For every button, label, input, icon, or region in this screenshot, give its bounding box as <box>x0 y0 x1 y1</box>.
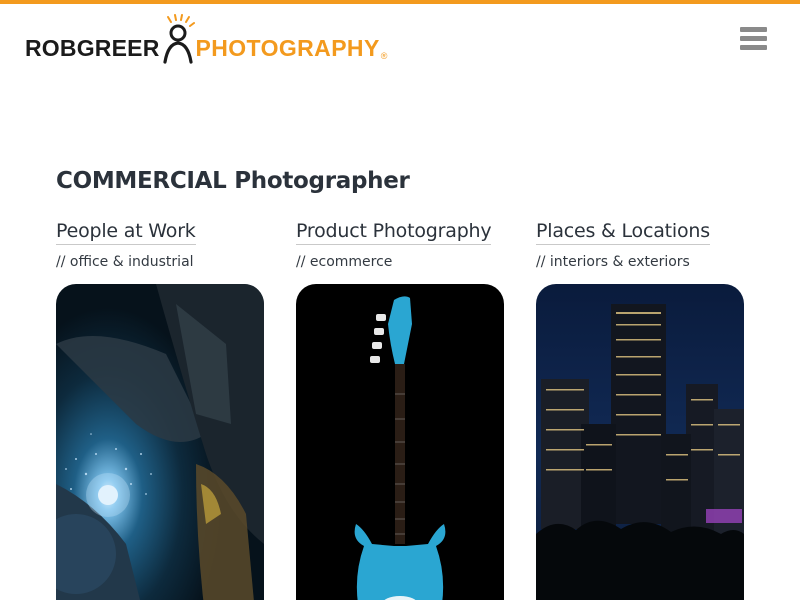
bass-guitar-photo[interactable] <box>296 284 504 600</box>
logo-registered-mark: ® <box>380 51 388 61</box>
category-title-link[interactable]: People at Work <box>56 220 196 245</box>
category-subtitle: // office & industrial <box>56 254 194 270</box>
menu-bar <box>740 36 767 41</box>
category-subtitle: // ecommerce <box>296 254 393 270</box>
top-accent-bar <box>0 0 800 4</box>
category-title-link[interactable]: Product Photography <box>296 220 492 245</box>
hamburger-menu-icon[interactable] <box>740 27 767 53</box>
category-product-photography: Product Photography // ecommerce <box>296 220 506 270</box>
category-subtitle: // interiors & exteriors <box>536 254 690 270</box>
site-logo[interactable]: ROBGREER PHOTOGRAPHY ® <box>25 14 387 64</box>
menu-bar <box>740 45 767 50</box>
city-skyline-photo[interactable] <box>536 284 744 600</box>
category-places-locations: Places & Locations // interiors & exteri… <box>536 220 746 270</box>
logo-text-photography: PHOTOGRAPHY <box>195 35 380 61</box>
category-title-link[interactable]: Places & Locations <box>536 220 710 245</box>
logo-text-robgreer: ROBGREER <box>25 35 160 61</box>
menu-bar <box>740 27 767 32</box>
welder-photo[interactable] <box>56 284 264 600</box>
page-heading: COMMERCIAL Photographer <box>56 168 410 194</box>
category-people-at-work: People at Work // office & industrial <box>56 220 266 270</box>
logo-figure-icon <box>162 14 195 64</box>
